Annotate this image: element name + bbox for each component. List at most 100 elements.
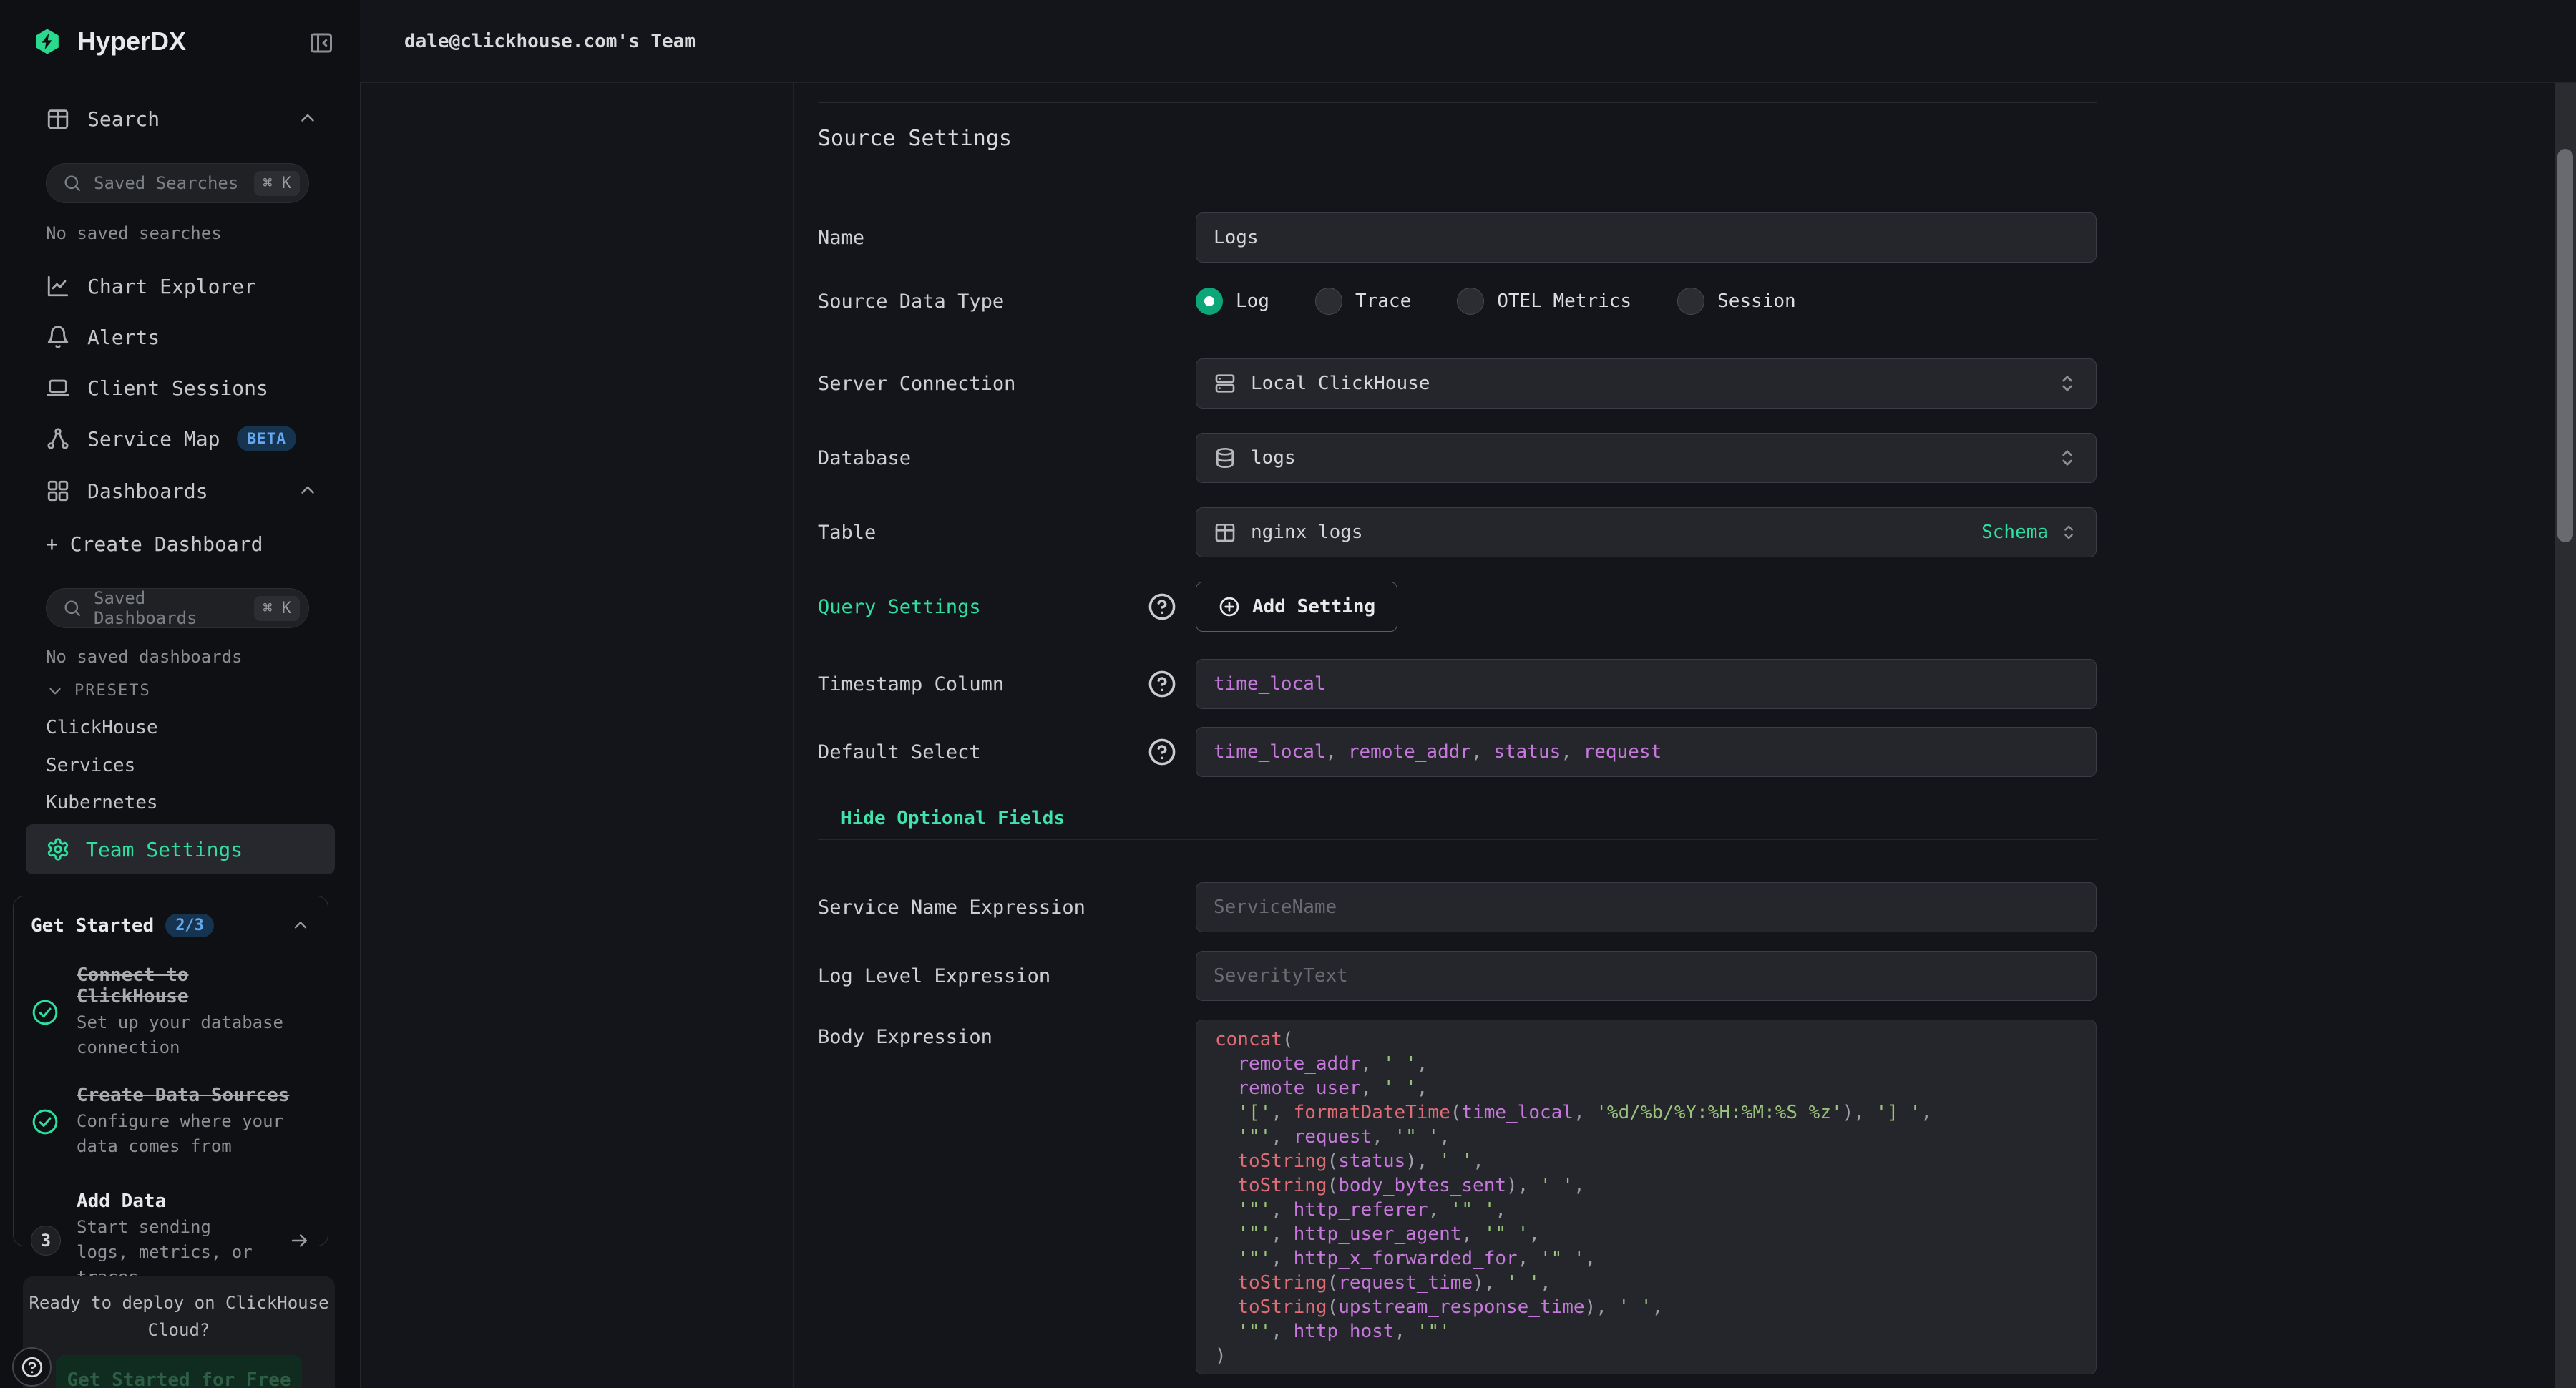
server-icon (1214, 372, 1236, 395)
step-add-data[interactable]: 3 Add Data Start sending logs, metrics, … (31, 1191, 311, 1290)
add-setting-button[interactable]: Add Setting (1196, 582, 1397, 632)
chevrons-up-down-icon (2056, 446, 2079, 469)
sidebar-item-service-map[interactable]: Service Map BETA (0, 419, 360, 459)
timestamp-column-input[interactable]: time_local (1196, 659, 2097, 709)
hyperdx-logo-icon (33, 26, 62, 57)
schema-link[interactable]: Schema (1981, 522, 2049, 543)
step-create-data-sources[interactable]: Create Data Sources Configure where your… (31, 1085, 311, 1159)
team-title: dale@clickhouse.com's Team (404, 0, 696, 82)
radio-dot-selected (1196, 288, 1223, 315)
timestamp-column-label: Timestamp Column (818, 673, 1004, 695)
radio-trace[interactable]: Trace (1315, 288, 1411, 315)
code-line: '"', http_user_agent, '" ', (1215, 1222, 2077, 1246)
radio-label: Trace (1355, 290, 1411, 312)
section-divider (818, 839, 2097, 840)
help-circle-icon[interactable] (1147, 592, 1177, 622)
help-circle-icon[interactable] (1147, 737, 1177, 767)
sidebar-collapse-button[interactable] (308, 30, 334, 56)
code-line: '"', request, '" ', (1215, 1125, 2077, 1149)
chevrons-up-down-icon (2056, 372, 2079, 395)
sidebar-item-search[interactable]: Search (0, 99, 360, 139)
code-line: toString(request_time), ' ', (1215, 1271, 2077, 1295)
sidebar-item-team-settings[interactable]: Team Settings (26, 824, 335, 874)
service-name-placeholder: ServiceName (1214, 896, 1337, 918)
saved-dashboards-placeholder: Saved Dashboards (94, 588, 243, 628)
database-row: Database logs (818, 433, 2097, 483)
source-settings-panel: Source Settings Name Logs Source Data Ty… (818, 102, 2097, 1388)
question-mark-icon (20, 1355, 44, 1379)
sidebar-item-label: Chart Explorer (87, 275, 256, 298)
hide-optional-fields-link[interactable]: Hide Optional Fields (841, 801, 1065, 836)
service-name-input[interactable]: ServiceName (1196, 882, 2097, 932)
help-circle-icon[interactable] (1147, 669, 1177, 699)
log-level-label: Log Level Expression (818, 965, 1050, 987)
log-level-input[interactable]: SeverityText (1196, 951, 2097, 1001)
sidebar-item-label: Alerts (87, 326, 160, 349)
circle-plus-icon (1218, 595, 1241, 618)
saved-searches-input[interactable]: Saved Searches ⌘ K (46, 163, 309, 203)
database-select[interactable]: logs (1196, 433, 2097, 483)
sidebar-item-dashboards[interactable]: Dashboards (0, 471, 360, 511)
no-saved-searches-text: No saved searches (46, 223, 222, 243)
preset-kubernetes[interactable]: Kubernetes (46, 786, 158, 820)
step-title: Create Data Sources (77, 1085, 311, 1106)
radio-session[interactable]: Session (1677, 288, 1796, 315)
no-saved-dashboards-text: No saved dashboards (46, 647, 243, 667)
default-select-input[interactable]: time_local, remote_addr, status, request (1196, 727, 2097, 777)
code-line: remote_addr, ' ', (1215, 1052, 2077, 1076)
presets-toggle[interactable]: PRESETS (46, 681, 151, 700)
preset-label: Kubernetes (46, 792, 158, 813)
promo-text: Ready to deploy on ClickHouse Cloud? (29, 1289, 329, 1344)
get-started-free-button[interactable]: Get Started for Free (56, 1355, 302, 1388)
step-connect-clickhouse[interactable]: Connect to ClickHouse Set up your databa… (31, 964, 311, 1060)
radio-dot (1315, 288, 1342, 315)
name-input[interactable]: Logs (1196, 212, 2097, 263)
step-description: Configure where your data comes from (77, 1109, 311, 1159)
radio-label: OTEL Metrics (1497, 290, 1631, 312)
brand-name: HyperDX (77, 26, 186, 57)
server-connection-value: Local ClickHouse (1251, 373, 1430, 394)
saved-dashboards-input[interactable]: Saved Dashboards ⌘ K (46, 588, 309, 628)
source-data-type-row: Source Data Type Log Trace OTEL Metrics … (818, 276, 2097, 326)
chevron-up-icon (297, 108, 318, 129)
table-select[interactable]: nginx_logs Schema (1196, 507, 2097, 557)
progress-badge: 2/3 (165, 914, 214, 937)
database-value: logs (1251, 447, 1296, 469)
server-connection-select[interactable]: Local ClickHouse (1196, 358, 2097, 409)
search-table-icon (46, 107, 70, 131)
create-dashboard-button[interactable]: + Create Dashboard (0, 524, 360, 564)
service-name-label: Service Name Expression (818, 896, 1085, 919)
name-row: Name Logs (818, 212, 2097, 263)
code-line: '"', http_host, '"' (1215, 1319, 2077, 1344)
body-expression-editor[interactable]: concat( remote_addr, ' ', remote_user, '… (1196, 1020, 2097, 1374)
search-icon (62, 173, 82, 193)
saved-searches-placeholder: Saved Searches (94, 173, 243, 193)
get-started-header[interactable]: Get Started 2/3 (31, 914, 311, 937)
code-line: '[', formatDateTime(time_local, '%d/%b/%… (1215, 1100, 2077, 1125)
sidebar: HyperDX Search Saved Searches ⌘ K No sav… (0, 0, 361, 1388)
preset-clickhouse[interactable]: ClickHouse (46, 710, 158, 745)
default-select-row: Default Select time_local, remote_addr, … (818, 727, 2097, 777)
sidebar-item-label: Dashboards (87, 479, 208, 503)
step-number-circle: 3 (31, 1226, 59, 1256)
name-label: Name (818, 227, 864, 249)
sidebar-item-client-sessions[interactable]: Client Sessions (0, 368, 360, 408)
scrollbar-track[interactable] (2555, 83, 2576, 1388)
content-divider (793, 83, 794, 1388)
radio-log[interactable]: Log (1196, 288, 1269, 315)
table-value: nginx_logs (1251, 522, 1363, 543)
sidebar-item-alerts[interactable]: Alerts (0, 317, 360, 357)
radio-otel-metrics[interactable]: OTEL Metrics (1457, 288, 1631, 315)
help-button[interactable] (12, 1347, 52, 1387)
service-name-row: Service Name Expression ServiceName (818, 882, 2097, 932)
hyperdx-app: HyperDX Search Saved Searches ⌘ K No sav… (0, 0, 2576, 1388)
beta-badge: BETA (237, 426, 296, 451)
code-line: ) (1215, 1344, 2077, 1368)
code-line: '"', http_referer, '" ', (1215, 1198, 2077, 1222)
database-icon (1214, 446, 1236, 469)
get-started-panel: Get Started 2/3 Connect to ClickHouse Se… (13, 896, 328, 1246)
body-expression-label: Body Expression (818, 1026, 1196, 1048)
preset-services[interactable]: Services (46, 748, 135, 783)
scrollbar-thumb[interactable] (2557, 149, 2573, 542)
sidebar-item-chart-explorer[interactable]: Chart Explorer (0, 266, 360, 306)
